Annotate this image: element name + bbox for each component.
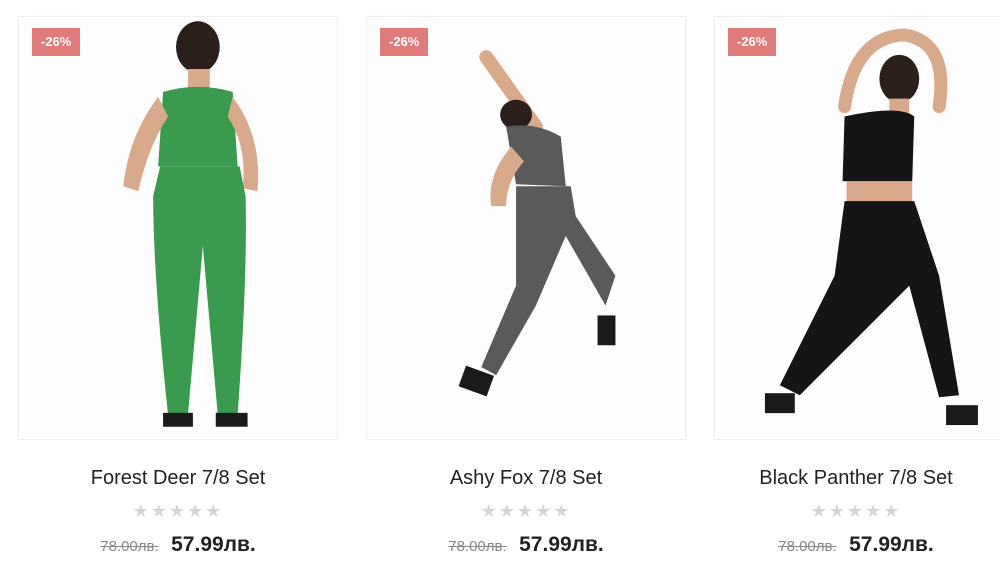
discount-badge: -26%: [728, 28, 777, 56]
product-title[interactable]: Black Panther 7/8 Set: [696, 466, 1000, 490]
discount-badge: -26%: [32, 28, 81, 56]
product-title[interactable]: Forest Deer 7/8 Set: [18, 466, 338, 490]
rating-stars: ★★★★★: [480, 501, 572, 521]
product-image[interactable]: -26%: [18, 16, 338, 440]
sale-price: 57.99лв.: [519, 533, 604, 556]
discount-badge: -26%: [380, 28, 429, 56]
old-price: 78.00лв.: [448, 538, 507, 555]
product-card[interactable]: -26% Ashy Fox 7/8 Set ★★★★★ 78.00лв. 57.…: [366, 16, 686, 559]
product-photo-black-panther: [764, 28, 978, 426]
product-photo-forest-deer: [123, 21, 259, 427]
old-price: 78.00лв.: [100, 538, 159, 555]
rating-stars: ★★★★★: [810, 501, 902, 521]
sale-price: 57.99лв.: [171, 533, 256, 556]
sale-price: 57.99лв.: [849, 533, 934, 556]
price-block: 78.00лв. 57.99лв.: [366, 533, 686, 559]
product-photo-ashy-fox: [458, 50, 616, 397]
old-price: 78.00лв.: [778, 538, 837, 555]
product-image[interactable]: -26%: [714, 16, 1000, 440]
product-card[interactable]: -26% Forest Deer 7/8 Set ★★★★★ 78.00лв. …: [18, 16, 338, 559]
product-image[interactable]: -26%: [366, 16, 686, 440]
price-block: 78.00лв. 57.99лв.: [18, 533, 338, 559]
price-block: 78.00лв. 57.99лв.: [696, 533, 1000, 559]
rating-stars: ★★★★★: [132, 501, 224, 521]
product-title[interactable]: Ashy Fox 7/8 Set: [366, 466, 686, 490]
product-card[interactable]: -26% Black Panther 7/8 Set ★★★★★ 78.00лв…: [714, 16, 1000, 559]
